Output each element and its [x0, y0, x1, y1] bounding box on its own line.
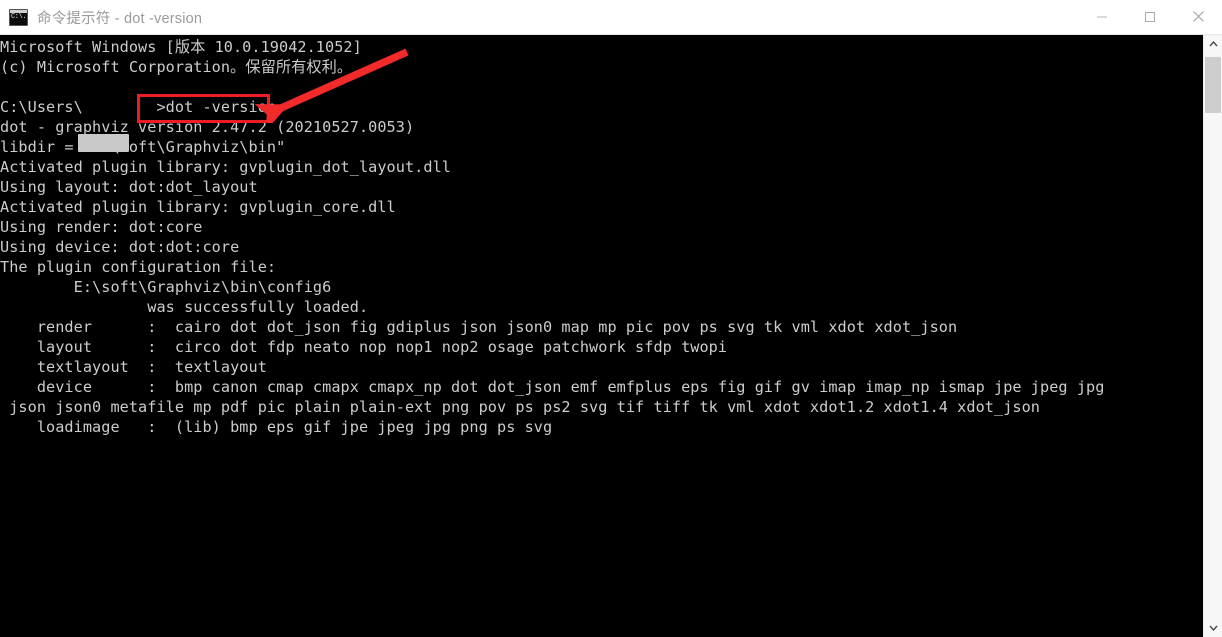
minimize-button[interactable] [1078, 0, 1126, 34]
scrollbar-up-button[interactable] [1204, 35, 1222, 53]
maximize-button[interactable] [1126, 0, 1174, 34]
chevron-down-icon [1208, 625, 1218, 631]
window-controls [1078, 0, 1222, 35]
command-prompt-window: 命令提示符 - dot -version Microsoft [0, 0, 1222, 637]
console-output-area[interactable]: Microsoft Windows [版本 10.0.19042.1052] (… [0, 35, 1203, 637]
close-icon [1192, 11, 1204, 22]
title-bar-left: 命令提示符 - dot -version [0, 7, 1078, 28]
chevron-up-icon [1208, 41, 1218, 47]
cmd-prompt-icon[interactable] [9, 8, 28, 26]
vertical-scrollbar[interactable] [1203, 35, 1222, 637]
minimize-icon [1097, 16, 1107, 17]
redacted-username-block [78, 134, 129, 152]
window-title: 命令提示符 - dot -version [37, 10, 203, 27]
command-highlight-box [137, 94, 270, 123]
title-bar[interactable]: 命令提示符 - dot -version [0, 0, 1222, 35]
scrollbar-thumb[interactable] [1205, 57, 1221, 113]
scrollbar-track[interactable] [1204, 53, 1222, 619]
close-button[interactable] [1174, 0, 1222, 34]
maximize-icon [1145, 11, 1155, 22]
scrollbar-down-button[interactable] [1204, 619, 1222, 637]
